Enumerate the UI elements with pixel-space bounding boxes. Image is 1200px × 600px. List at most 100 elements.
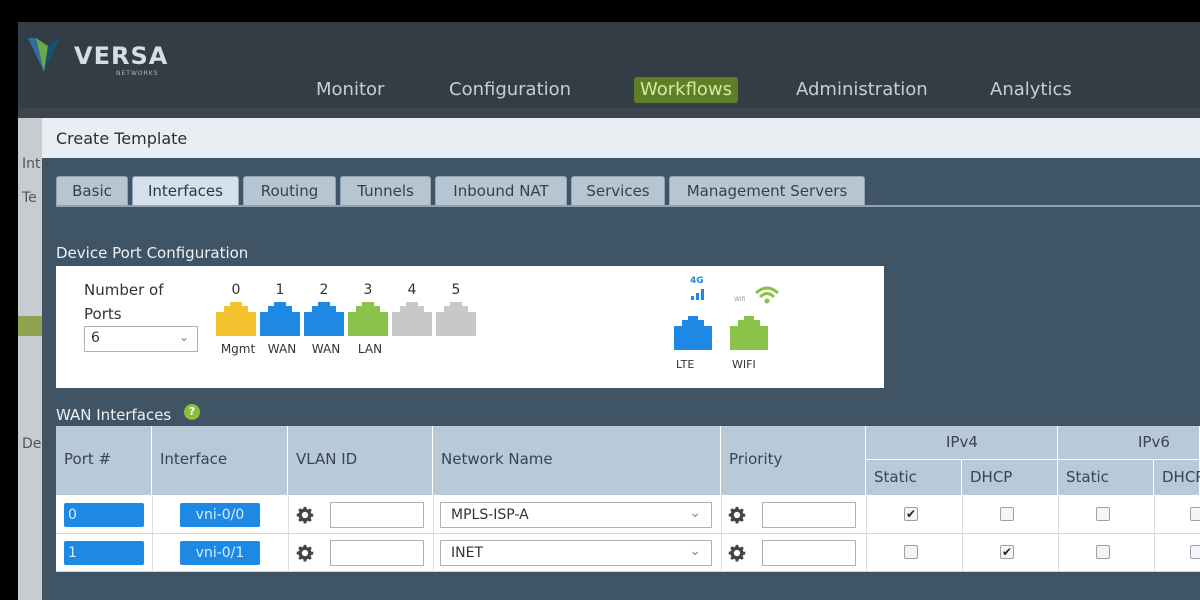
cell-divider (721, 534, 722, 572)
wifi-port-icon (730, 316, 768, 350)
ipv4-static-checkbox[interactable]: ✔ (904, 507, 918, 521)
ethernet-port-icon (392, 302, 432, 336)
port-4[interactable]: 4 (392, 266, 436, 366)
chevron-down-icon: ⌄ (689, 543, 701, 559)
ipv6-dhcp-checkbox[interactable] (1190, 545, 1200, 559)
header-priority: Priority (721, 426, 866, 496)
number-of-ports-value: 6 (91, 330, 100, 346)
port-label: WAN (267, 342, 297, 356)
priority-input[interactable] (762, 502, 856, 528)
ethernet-port-icon (436, 302, 476, 336)
tab-interfaces[interactable]: Interfaces (132, 176, 239, 206)
peek-bar (18, 316, 44, 336)
gear-icon[interactable] (728, 544, 746, 562)
port-value[interactable]: 0 (64, 503, 144, 527)
device-port-panel: Number of Ports 6 ⌄ 0 Mgmt 1 WAN 2 WAN 3 LAN 4 5 … (56, 266, 884, 388)
ethernet-port-icon (304, 302, 344, 336)
port-label: WAN (311, 342, 341, 356)
question-icon[interactable]: ? (184, 404, 200, 420)
dialog-header: Create Template (42, 118, 1200, 158)
network-name-select[interactable]: MPLS-ISP-A ⌄ (440, 502, 712, 528)
ipv4-dhcp-checkbox[interactable] (1000, 507, 1014, 521)
brand-subtitle: NETWORKS (116, 70, 159, 77)
gear-icon[interactable] (728, 506, 746, 524)
nav-workflows[interactable]: Workflows (634, 77, 739, 103)
network-name-value: MPLS-ISP-A (451, 507, 529, 523)
port-1[interactable]: 1 WAN (260, 266, 304, 366)
interface-value[interactable]: vni-0/1 (180, 541, 260, 565)
port-value[interactable]: 1 (64, 541, 144, 565)
wifi-port[interactable]: Wifi WIFI (728, 274, 788, 371)
tab-inbound-nat[interactable]: Inbound NAT (435, 176, 567, 206)
top-header: VERSA NETWORKS Monitor Configuration Wor… (18, 22, 1200, 108)
cell-divider (433, 496, 434, 534)
priority-input[interactable] (762, 540, 856, 566)
cell-divider (866, 534, 867, 572)
dialog-title: Create Template (56, 129, 188, 148)
vlan-id-input[interactable] (330, 502, 424, 528)
number-of-ports-label: Number of Ports (84, 281, 164, 323)
ethernet-port-icon (348, 302, 388, 336)
header-ipv6-static: Static (1058, 460, 1154, 496)
tab-tunnels[interactable]: Tunnels (340, 176, 431, 206)
nav-strip (18, 108, 1200, 118)
cell-divider (962, 496, 963, 534)
cell-divider (962, 534, 963, 572)
wifi-label: WIFI (732, 358, 756, 371)
cell-divider (866, 496, 867, 534)
port-3[interactable]: 3 LAN (348, 266, 392, 366)
wifi-icon (754, 286, 780, 304)
nav-configuration[interactable]: Configuration (443, 77, 577, 103)
tab-underline (56, 205, 1200, 207)
header-network-name: Network Name (433, 426, 721, 496)
ipv4-static-checkbox[interactable] (904, 545, 918, 559)
header-ipv4-static: Static (866, 460, 962, 496)
tab-management-servers[interactable]: Management Servers (669, 176, 865, 206)
chevron-down-icon: ⌄ (689, 505, 701, 521)
header-ipv6-dhcp: DHCP (1154, 460, 1200, 496)
port-number: 5 (451, 282, 461, 298)
ipv6-static-checkbox[interactable] (1096, 545, 1110, 559)
port-0[interactable]: 0 Mgmt (216, 266, 260, 366)
nav-monitor[interactable]: Monitor (310, 77, 390, 103)
table-row: 0 vni-0/0 MPLS-ISP-A ⌄ ✔ (56, 496, 1200, 534)
lte-port[interactable]: 4G LTE (672, 274, 712, 371)
screen: VERSA NETWORKS Monitor Configuration Wor… (0, 0, 1200, 600)
vlan-id-input[interactable] (330, 540, 424, 566)
cell-divider (1058, 496, 1059, 534)
network-name-value: INET (451, 545, 483, 561)
ipv6-dhcp-checkbox[interactable] (1190, 507, 1200, 521)
port-label: Mgmt (220, 342, 256, 356)
tab-basic[interactable]: Basic (56, 176, 128, 206)
ethernet-port-icon (216, 302, 256, 336)
cell-divider (433, 534, 434, 572)
number-of-ports-select[interactable]: 6 ⌄ (84, 326, 198, 352)
wan-interfaces-table: Port # Interface VLAN ID Network Name Pr… (56, 426, 1200, 572)
header-port: Port # (56, 426, 152, 496)
port-number: 3 (363, 282, 373, 298)
tab-services[interactable]: Services (571, 176, 665, 206)
cell-divider (152, 534, 153, 572)
ipv6-static-checkbox[interactable] (1096, 507, 1110, 521)
tab-routing[interactable]: Routing (243, 176, 336, 206)
ethernet-port-icon (260, 302, 300, 336)
versa-logo: VERSA NETWORKS (24, 32, 174, 78)
create-template-dialog: Create Template Basic Interfaces Routing… (42, 118, 1200, 600)
gear-icon[interactable] (296, 506, 314, 524)
nav-administration[interactable]: Administration (790, 77, 934, 103)
header-vlan-id: VLAN ID (288, 426, 433, 496)
chevron-down-icon: ⌄ (178, 330, 189, 344)
brand-name: VERSA (74, 42, 169, 70)
lte-port-icon (674, 316, 712, 350)
port-5[interactable]: 5 (436, 266, 480, 366)
port-number: 2 (319, 282, 329, 298)
gear-icon[interactable] (296, 544, 314, 562)
wan-interfaces-title: WAN Interfaces (56, 406, 172, 424)
nav-analytics[interactable]: Analytics (984, 77, 1078, 103)
interface-value[interactable]: vni-0/0 (180, 503, 260, 527)
network-name-select[interactable]: INET ⌄ (440, 540, 712, 566)
wifi-badge: Wifi (734, 296, 746, 303)
port-2[interactable]: 2 WAN (304, 266, 348, 366)
device-port-title: Device Port Configuration (56, 244, 249, 262)
ipv4-dhcp-checkbox[interactable]: ✔ (1000, 545, 1014, 559)
